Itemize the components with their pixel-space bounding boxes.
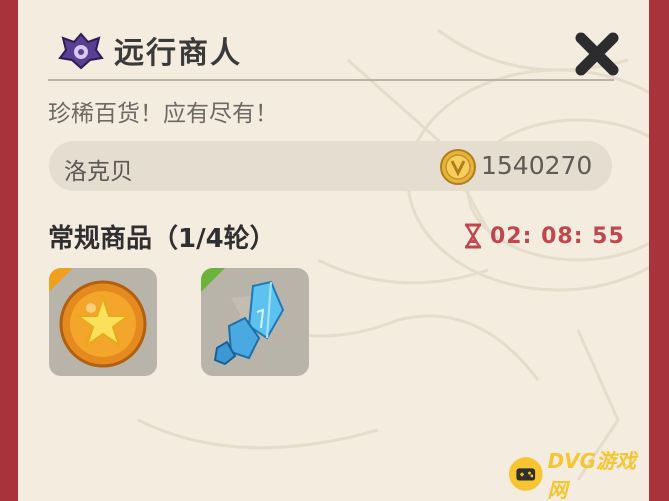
shop-item-crystal[interactable] <box>201 268 309 376</box>
currency-amount: 1540270 <box>481 151 593 180</box>
header-divider <box>48 79 614 81</box>
merchant-panel: 远行商人 珍稀百货！应有尽有！ 洛克贝 1540270 常规商品（1/4轮） 0… <box>18 0 649 501</box>
close-x-icon[interactable] <box>573 30 621 78</box>
gamepad-icon <box>508 457 543 491</box>
shop-item-orb[interactable] <box>49 268 157 376</box>
merchant-slogan: 珍稀百货！应有尽有！ <box>48 101 278 127</box>
item-rarity-corner <box>201 268 225 292</box>
site-watermark: DVG游戏网 <box>508 445 649 501</box>
watermark-text: DVG游戏网 <box>547 449 637 501</box>
gold-coin-icon <box>440 149 476 185</box>
page-title: 远行商人 <box>114 36 242 71</box>
section-title: 常规商品（1/4轮） <box>48 224 276 254</box>
item-rarity-corner <box>49 268 73 292</box>
merchant-info-bar: 洛克贝 1540270 <box>49 141 612 191</box>
hourglass-icon <box>465 223 481 249</box>
refresh-timer: 02: 08: 55 <box>462 222 625 250</box>
merchant-name: 洛克贝 <box>64 159 133 185</box>
purple-emblem-icon <box>58 32 104 70</box>
timer-text: 02: 08: 55 <box>490 223 625 249</box>
